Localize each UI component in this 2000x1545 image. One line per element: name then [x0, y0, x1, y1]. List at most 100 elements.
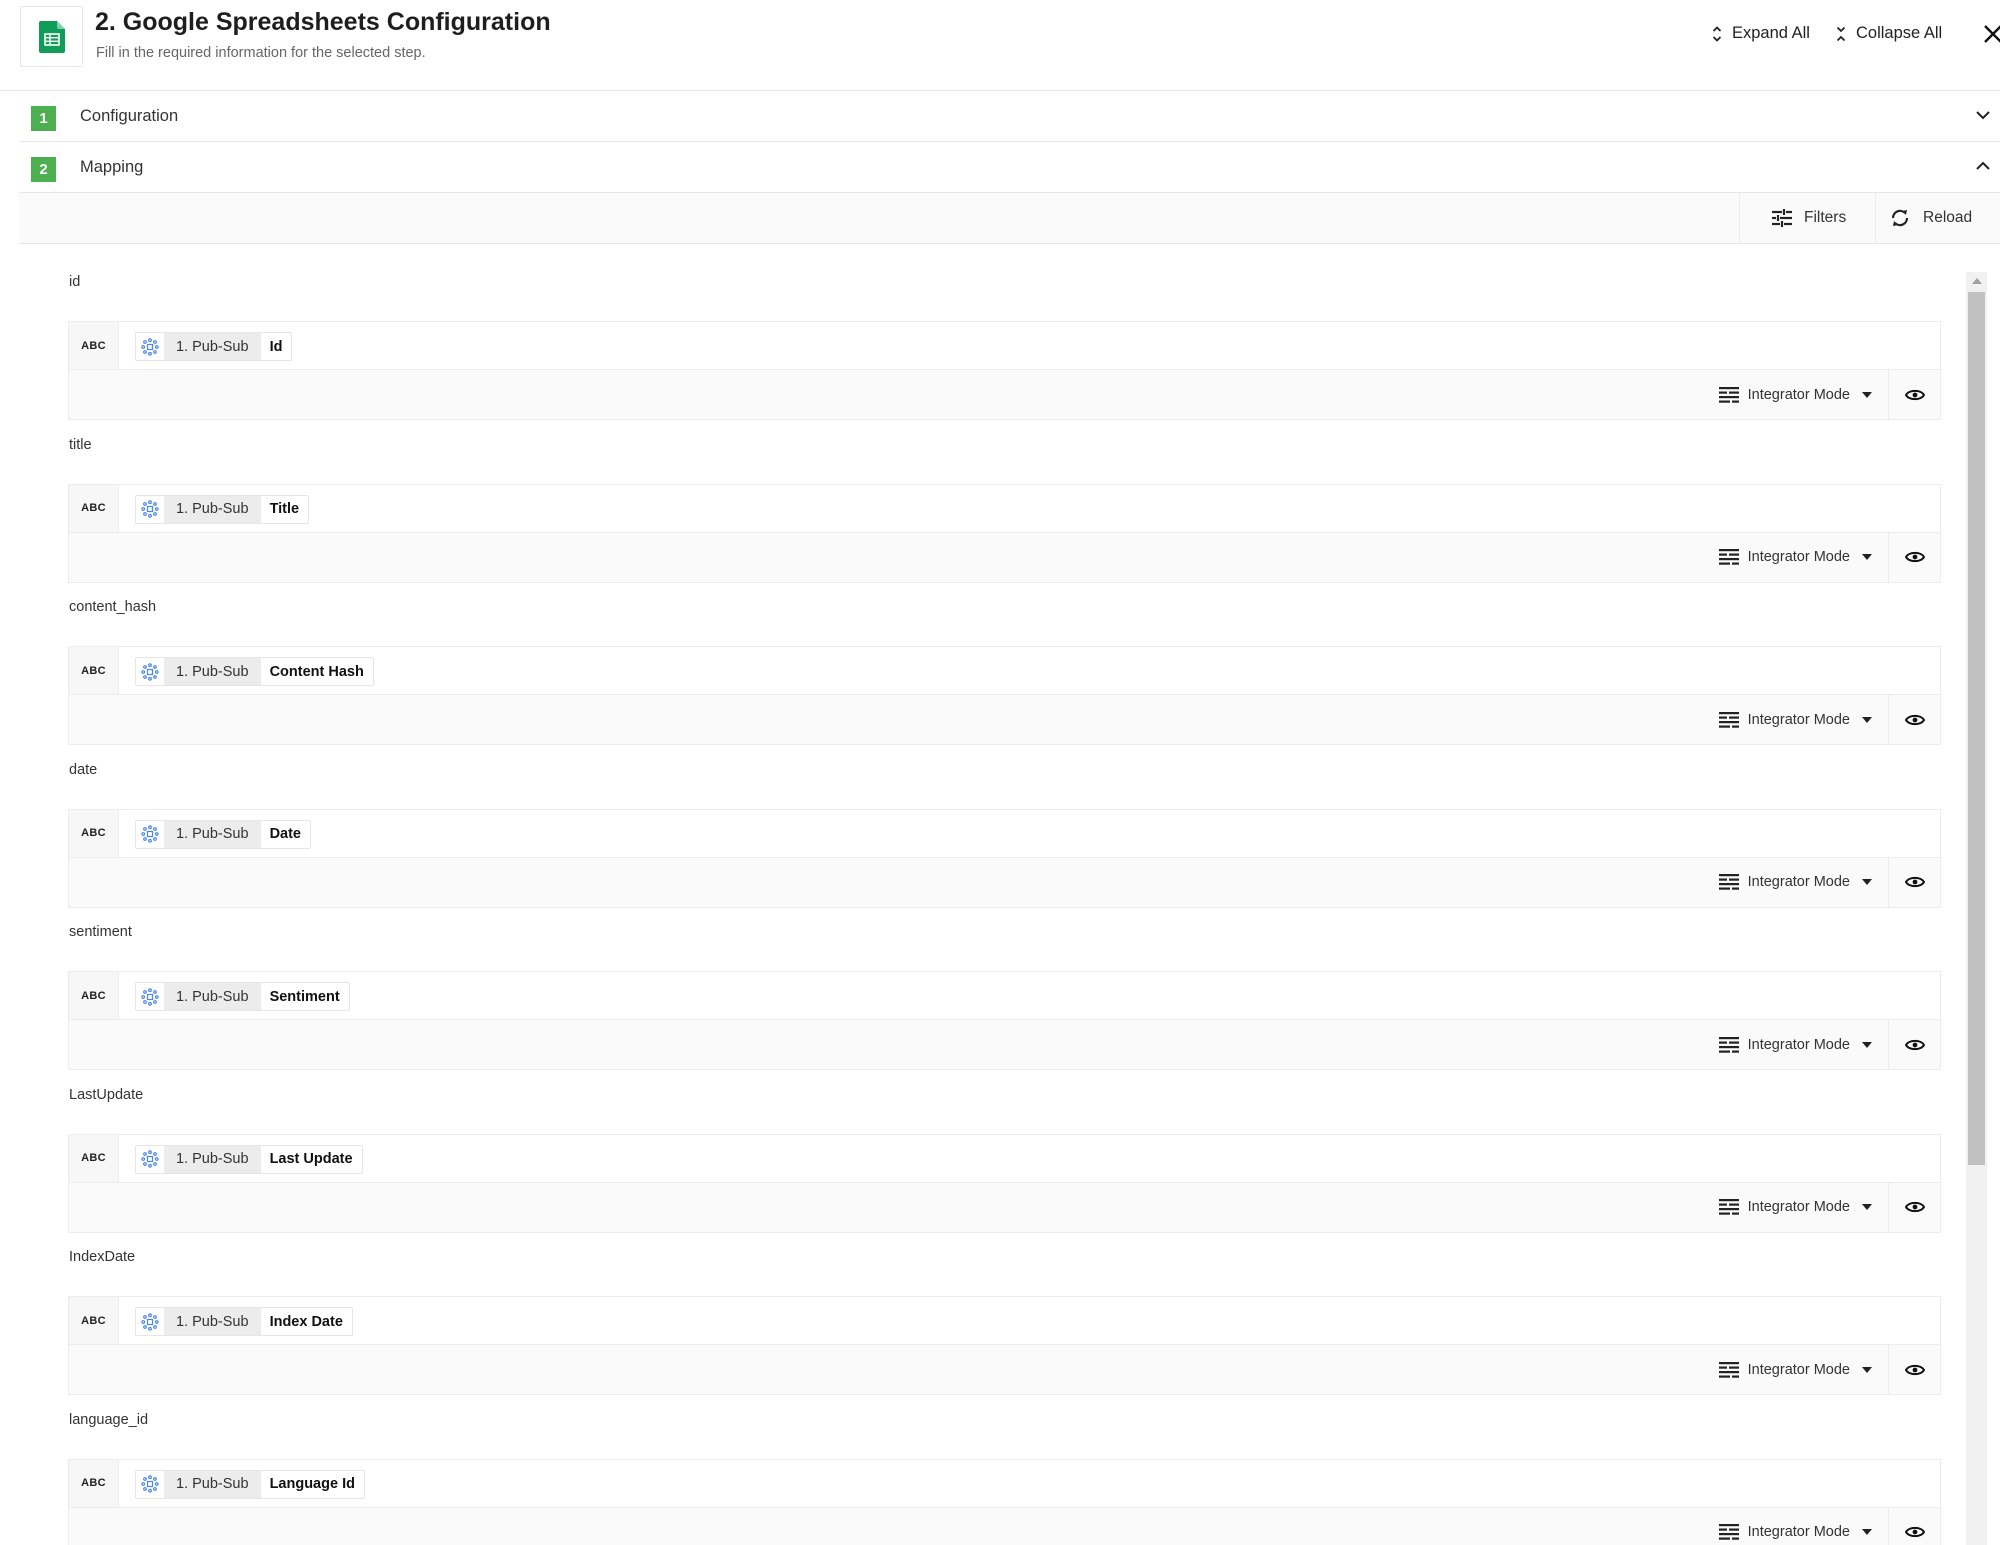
- chevron-up-icon[interactable]: [1975, 160, 1991, 172]
- step-number-badge: 1: [31, 106, 56, 131]
- mapped-field-name: Sentiment: [269, 988, 340, 1005]
- pubsub-icon: [136, 983, 164, 1010]
- mapped-field-name: Language Id: [269, 1476, 355, 1492]
- page-title: 2. Google Spreadsheets Configuration: [95, 8, 551, 36]
- field-input-box: ABC 1. Pub-Sub: [68, 646, 1941, 745]
- expand-all-label: Expand All: [1732, 24, 1810, 42]
- preview-toggle-button[interactable]: [1888, 695, 1940, 744]
- mapped-value-pill[interactable]: 1. Pub-Sub Id: [135, 332, 293, 361]
- mapping-toolbar: Filters Reload: [19, 193, 2000, 244]
- pubsub-icon: [136, 1145, 164, 1173]
- integrator-mode-dropdown[interactable]: Integrator Mode: [1718, 1508, 1872, 1545]
- field-label: IndexDate: [69, 1249, 136, 1265]
- chevron-down-icon[interactable]: [1975, 109, 1991, 121]
- field-value-row[interactable]: ABC 1. Pub-Sub: [69, 809, 1940, 858]
- preview-toggle-button[interactable]: [1888, 1182, 1940, 1232]
- field-options-row: Integrator Mode: [69, 532, 1940, 582]
- expand-icon: [1712, 25, 1722, 42]
- field-value-row[interactable]: ABC 1. Pub-Sub: [69, 1134, 1940, 1183]
- integrator-mode-dropdown[interactable]: Integrator Mode: [1718, 1020, 1872, 1069]
- type-badge: ABC: [69, 1297, 119, 1344]
- step-header: 2. Google Spreadsheets Configuration Fil…: [0, 0, 2000, 91]
- mapping-field: language_id ABC 1. Pub-Sub Language Id I…: [68, 1411, 1941, 1545]
- mapped-field-name: Id: [269, 338, 283, 355]
- preview-toggle-button[interactable]: [1888, 370, 1940, 419]
- filters-button[interactable]: Filters: [1739, 193, 1875, 243]
- field-value-row[interactable]: ABC 1. Pub-Sub: [69, 484, 1940, 533]
- mapping-field: content_hash ABC 1. Pub-Sub Content Hash…: [68, 598, 1941, 745]
- accordion-label: Mapping: [80, 158, 144, 176]
- field-options-row: Integrator Mode: [69, 1507, 1940, 1545]
- preview-toggle-button[interactable]: [1888, 857, 1940, 907]
- page-subtitle: Fill in the required information for the…: [96, 45, 426, 61]
- caret-down-icon: [1862, 1366, 1872, 1373]
- accordion-mapping[interactable]: 2 Mapping: [19, 142, 2000, 193]
- pubsub-icon: [136, 658, 164, 685]
- preview-toggle-button[interactable]: [1888, 1345, 1940, 1394]
- close-icon: [1984, 25, 2000, 43]
- eye-icon: [1904, 389, 1925, 400]
- field-value-row[interactable]: ABC 1. Pub-Sub: [69, 322, 1940, 370]
- mapped-value-pill[interactable]: 1. Pub-Sub Sentiment: [135, 982, 350, 1011]
- mapping-field: IndexDate ABC 1. Pub-Sub Index Date Inte…: [68, 1248, 1941, 1395]
- preview-toggle-button[interactable]: [1888, 532, 1940, 582]
- mode-lines-icon: [1718, 711, 1739, 728]
- field-options-row: Integrator Mode: [69, 695, 1940, 744]
- pubsub-icon: [136, 820, 164, 848]
- mode-lines-icon: [1718, 1036, 1739, 1053]
- collapse-icon: [1836, 26, 1846, 41]
- integrator-mode-dropdown[interactable]: Integrator Mode: [1718, 695, 1872, 744]
- mapped-value-pill[interactable]: 1. Pub-Sub Last Update: [135, 1144, 363, 1174]
- field-label: id: [69, 274, 81, 290]
- eye-icon: [1904, 1039, 1925, 1050]
- preview-toggle-button[interactable]: [1888, 1507, 1940, 1545]
- vertical-scrollbar[interactable]: [1966, 272, 1987, 1545]
- accordion-configuration[interactable]: 1 Configuration: [19, 91, 2000, 142]
- field-options-row: Integrator Mode: [69, 857, 1940, 907]
- close-button[interactable]: [1983, 24, 2000, 49]
- field-label: date: [69, 761, 98, 778]
- integrator-mode-dropdown[interactable]: Integrator Mode: [1718, 533, 1872, 582]
- field-options-row: Integrator Mode: [69, 370, 1940, 419]
- reload-button[interactable]: Reload: [1875, 193, 2000, 243]
- mapped-value-pill[interactable]: 1. Pub-Sub Content Hash: [135, 657, 374, 686]
- integrator-mode-dropdown[interactable]: Integrator Mode: [1718, 1345, 1872, 1394]
- caret-down-icon: [1862, 879, 1872, 885]
- expand-all-button[interactable]: Expand All: [1712, 24, 1810, 43]
- mapped-field-name: Content Hash: [269, 663, 364, 680]
- field-value-row[interactable]: ABC 1. Pub-Sub: [69, 647, 1940, 695]
- scroll-up-arrow-icon[interactable]: [1966, 272, 1987, 290]
- mapped-value-pill[interactable]: 1. Pub-Sub Date: [135, 819, 311, 849]
- caret-down-icon: [1862, 391, 1872, 398]
- mapping-field: id ABC 1. Pub-Sub Id Integrator Mode: [68, 273, 1941, 420]
- integrator-mode-dropdown[interactable]: Integrator Mode: [1718, 1183, 1872, 1232]
- mode-lines-icon: [1718, 549, 1739, 565]
- field-input-box: ABC 1. Pub-Sub: [68, 1296, 1941, 1395]
- mapped-value-pill[interactable]: 1. Pub-Sub Index Date: [135, 1307, 353, 1336]
- field-value-row[interactable]: ABC 1. Pub-Sub: [69, 972, 1940, 1020]
- pubsub-icon: [136, 333, 164, 360]
- mapped-value-pill[interactable]: 1. Pub-Sub Language Id: [135, 1469, 365, 1499]
- field-options-row: Integrator Mode: [69, 1345, 1940, 1394]
- field-value-row[interactable]: ABC 1. Pub-Sub: [69, 1459, 1940, 1508]
- mode-label: Integrator Mode: [1747, 874, 1850, 890]
- mapped-value-pill[interactable]: 1. Pub-Sub Title: [135, 494, 310, 524]
- integrator-mode-dropdown[interactable]: Integrator Mode: [1718, 370, 1872, 419]
- type-badge: ABC: [69, 1134, 119, 1182]
- pubsub-icon: [136, 1470, 164, 1498]
- mode-lines-icon: [1718, 1361, 1739, 1378]
- mapped-field-name: Title: [269, 501, 300, 517]
- mode-label: Integrator Mode: [1747, 711, 1850, 728]
- collapse-all-button[interactable]: Collapse All: [1836, 24, 1942, 43]
- mapping-fields-list: id ABC 1. Pub-Sub Id Integrator Mode tit…: [0, 244, 2000, 1545]
- step-number-badge: 2: [31, 157, 56, 182]
- mapping-field: date ABC 1. Pub-Sub Date Integrator Mode: [68, 761, 1941, 908]
- mapping-field: title ABC 1. Pub-Sub Title Integrator Mo…: [68, 436, 1941, 583]
- mode-label: Integrator Mode: [1747, 1199, 1850, 1215]
- integrator-mode-dropdown[interactable]: Integrator Mode: [1718, 858, 1872, 907]
- preview-toggle-button[interactable]: [1888, 1020, 1940, 1069]
- scrollbar-thumb[interactable]: [1968, 292, 1985, 1165]
- source-step-label: 1. Pub-Sub: [164, 1470, 261, 1498]
- field-input-box: ABC 1. Pub-Sub: [68, 1133, 1941, 1233]
- field-value-row[interactable]: ABC 1. Pub-Sub: [69, 1297, 1940, 1345]
